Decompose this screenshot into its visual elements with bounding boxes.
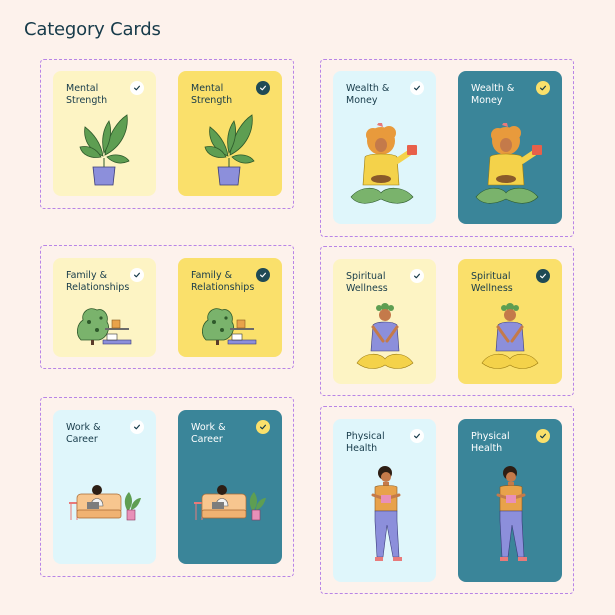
tree-table-icon (202, 308, 257, 345)
plant-icon (204, 114, 255, 186)
check-icon (536, 269, 550, 283)
woman-coffee-icon (475, 123, 542, 204)
card-spiritual-wellness-selected[interactable]: Spiritual Wellness (458, 259, 562, 384)
card-label: Wealth & Money (346, 83, 390, 106)
card-wealth-money-selected[interactable]: Wealth & Money (458, 71, 562, 224)
check-icon (410, 81, 424, 95)
card-spiritual-wellness-unselected[interactable]: Spiritual Wellness (333, 259, 436, 384)
card-label: Work & Career (191, 422, 226, 445)
meditation-icon (481, 303, 539, 369)
card-mental-strength-unselected[interactable]: Mental Strength (53, 71, 156, 196)
check-icon (130, 81, 144, 95)
card-label: Wealth & Money (471, 83, 515, 106)
plant-icon (79, 114, 130, 186)
card-family-relationships-selected[interactable]: Family & Relationships (178, 258, 282, 357)
card-label: Family & Relationships (191, 270, 255, 293)
meditation-icon (356, 303, 414, 369)
card-label: Spiritual Wellness (346, 271, 388, 294)
sofa-laptop-icon (69, 485, 141, 521)
check-icon (256, 81, 270, 95)
card-family-relationships-unselected[interactable]: Family & Relationships (53, 258, 156, 357)
card-physical-health-selected[interactable]: Physical Health (458, 419, 562, 582)
exercise-person-icon (371, 466, 402, 561)
tree-table-icon (77, 308, 132, 345)
check-icon (410, 429, 424, 443)
check-icon (410, 269, 424, 283)
card-work-career-selected[interactable]: Work & Career (178, 410, 282, 564)
card-label: Mental Strength (66, 83, 108, 106)
card-work-career-unselected[interactable]: Work & Career (53, 410, 156, 564)
check-icon (130, 420, 144, 434)
check-icon (256, 420, 270, 434)
card-label: Physical Health (346, 431, 385, 454)
check-icon (130, 268, 144, 282)
card-label: Family & Relationships (66, 270, 130, 293)
check-icon (256, 268, 270, 282)
card-label: Spiritual Wellness (471, 271, 513, 294)
card-label: Physical Health (471, 431, 510, 454)
check-icon (536, 429, 550, 443)
card-mental-strength-selected[interactable]: Mental Strength (178, 71, 282, 196)
page-title: Category Cards (24, 19, 161, 40)
woman-coffee-icon (350, 123, 417, 204)
card-physical-health-unselected[interactable]: Physical Health (333, 419, 436, 582)
card-label: Work & Career (66, 422, 101, 445)
card-wealth-money-unselected[interactable]: Wealth & Money (333, 71, 436, 224)
card-label: Mental Strength (191, 83, 233, 106)
check-icon (536, 81, 550, 95)
exercise-person-icon (496, 466, 527, 561)
sofa-laptop-icon (194, 485, 266, 521)
